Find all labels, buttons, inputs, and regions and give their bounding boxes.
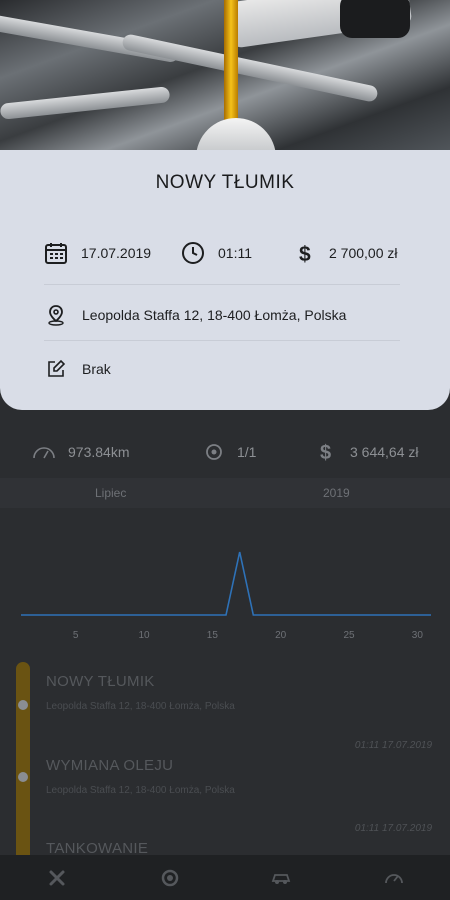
entry-title[interactable]: NOWY TŁUMIK bbox=[46, 673, 155, 690]
x-tick-label: 30 bbox=[412, 630, 424, 641]
event-note-row: Brak bbox=[46, 359, 111, 379]
header-image bbox=[0, 0, 450, 150]
location-pin-icon bbox=[48, 305, 64, 326]
divider bbox=[44, 284, 400, 285]
event-date-row: 17.07.2019 bbox=[44, 241, 151, 265]
stat-distance: 973.84km bbox=[32, 435, 129, 469]
oil-filler bbox=[196, 118, 276, 150]
car-icon[interactable] bbox=[270, 867, 292, 889]
entry-address: Leopolda Staffa 12, 18-400 Łomża, Polska bbox=[46, 785, 235, 796]
stat-total: $ 3 644,64 zł bbox=[318, 435, 419, 469]
svg-text:$: $ bbox=[320, 442, 331, 463]
entry-date: 01:11 17.07.2019 bbox=[354, 740, 432, 751]
timeline-dot bbox=[18, 772, 28, 782]
stat-count-value: 1/1 bbox=[237, 444, 257, 460]
x-tick-label: 25 bbox=[343, 630, 355, 641]
dollar-icon: $ bbox=[299, 243, 311, 265]
entry-date: 01:11 17.07.2019 bbox=[354, 823, 432, 834]
car-service-icon[interactable] bbox=[159, 867, 181, 889]
event-price-row: $ 2 700,00 zł bbox=[298, 241, 398, 265]
entry-address: Leopolda Staffa 12, 18-400 Łomża, Polska bbox=[46, 701, 235, 712]
stat-total-value: 3 644,64 zł bbox=[350, 444, 419, 460]
tools-icon[interactable] bbox=[46, 867, 68, 889]
period-bar: Lipiec 2019 bbox=[0, 478, 450, 508]
car-service-icon bbox=[206, 444, 222, 460]
event-detail-card: NOWY TŁUMIK 17.07.2019 01:11 $ 2 700,00 … bbox=[0, 150, 450, 410]
dollar-icon: $ bbox=[320, 442, 331, 463]
x-tick-label: 15 bbox=[207, 630, 219, 641]
chart-line-series bbox=[21, 551, 431, 616]
stat-distance-value: 973.84km bbox=[68, 444, 130, 460]
calendar-icon bbox=[45, 243, 67, 264]
stats-row: 973.84km 1/1 $ 3 644,64 zł bbox=[0, 435, 450, 469]
event-time: 01:11 bbox=[218, 245, 252, 261]
speedometer-icon bbox=[33, 447, 55, 459]
period-year[interactable]: 2019 bbox=[323, 486, 350, 500]
event-address-row: Leopolda Staffa 12, 18-400 Łomża, Polska bbox=[46, 304, 346, 326]
expense-chart: 5 10 15 20 25 30 bbox=[21, 551, 431, 641]
period-month[interactable]: Lipiec bbox=[95, 486, 126, 500]
engine-pipe bbox=[0, 86, 171, 120]
speedometer-icon[interactable] bbox=[383, 867, 405, 889]
timeline-bar bbox=[16, 662, 30, 862]
clock-icon bbox=[182, 242, 204, 264]
svg-text:$: $ bbox=[299, 243, 311, 265]
event-time-row: 01:11 bbox=[181, 241, 252, 265]
event-title: NOWY TŁUMIK bbox=[155, 172, 295, 193]
event-date: 17.07.2019 bbox=[81, 245, 152, 261]
edit-icon bbox=[48, 359, 66, 377]
event-note: Brak bbox=[82, 361, 111, 377]
x-tick-label: 10 bbox=[138, 630, 150, 641]
entry-title[interactable]: WYMIANA OLEJU bbox=[46, 757, 173, 774]
bottom-nav bbox=[0, 855, 450, 900]
event-price: 2 700,00 zł bbox=[329, 245, 398, 261]
stat-count: 1/1 bbox=[203, 435, 256, 469]
timeline-dot bbox=[18, 700, 28, 710]
oil-bottle-cap bbox=[340, 0, 410, 38]
event-address: Leopolda Staffa 12, 18-400 Łomża, Polska bbox=[82, 307, 347, 323]
x-tick-label: 5 bbox=[73, 630, 79, 641]
x-tick-label: 20 bbox=[275, 630, 287, 641]
divider bbox=[44, 340, 400, 341]
